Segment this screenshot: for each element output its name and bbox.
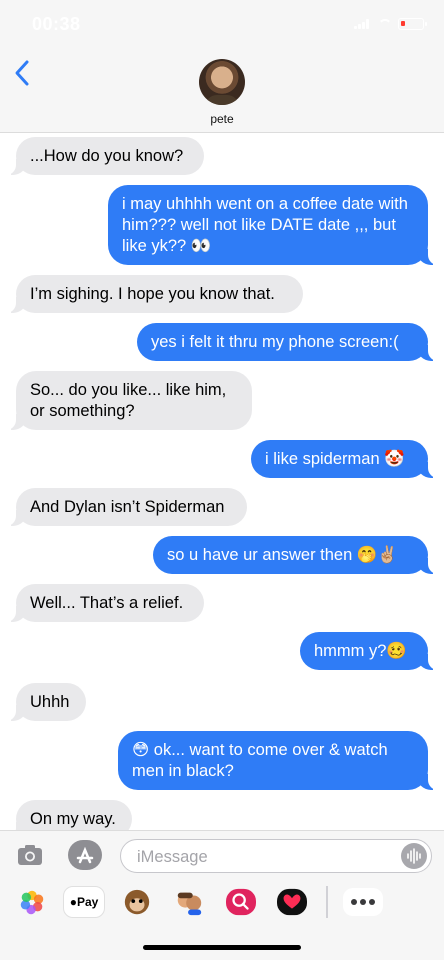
app-store-icon[interactable] bbox=[68, 840, 102, 870]
image-search-icon[interactable] bbox=[221, 886, 261, 918]
apple-logo-icon: ● bbox=[69, 895, 77, 909]
app-drawer: ● Pay bbox=[0, 886, 444, 926]
status-icons bbox=[354, 18, 427, 30]
compose-area: iMessage ● Pay bbox=[0, 830, 444, 960]
message-outgoing[interactable]: i like spiderman 🤡 bbox=[251, 440, 438, 478]
message-outgoing[interactable]: yes i felt it thru my phone screen:( bbox=[137, 323, 438, 361]
message-incoming[interactable]: So... do you like... like him, or someth… bbox=[6, 371, 252, 430]
drawer-divider bbox=[326, 886, 328, 918]
digital-touch-icon[interactable] bbox=[272, 886, 312, 918]
battery-icon bbox=[398, 18, 427, 30]
message-outgoing[interactable]: hmmm y?🥴 bbox=[300, 632, 438, 670]
back-chevron-icon[interactable] bbox=[12, 58, 34, 88]
monkey-memoji-icon[interactable] bbox=[117, 886, 157, 918]
contact-avatar[interactable] bbox=[199, 59, 245, 105]
memoji-stickers-icon[interactable] bbox=[169, 886, 209, 918]
message-outgoing[interactable]: i may uhhhh went on a coffee date with h… bbox=[108, 185, 438, 265]
more-icon[interactable] bbox=[343, 888, 383, 916]
home-indicator bbox=[143, 945, 301, 950]
message-incoming[interactable]: On my way. bbox=[6, 800, 132, 830]
photos-icon[interactable] bbox=[12, 886, 52, 918]
cellular-signal-icon bbox=[354, 19, 372, 29]
message-input[interactable]: iMessage bbox=[120, 839, 432, 873]
message-thread[interactable]: ...How do you know? i may uhhhh went on … bbox=[0, 133, 444, 830]
message-outgoing[interactable]: so u have ur answer then 🤭✌🏼 bbox=[153, 536, 438, 574]
message-input-placeholder: iMessage bbox=[137, 848, 208, 866]
status-bar: 00:38 bbox=[0, 0, 444, 46]
wifi-icon bbox=[378, 19, 392, 29]
status-time: 00:38 bbox=[32, 14, 81, 34]
message-incoming[interactable]: And Dylan isn’t Spiderman bbox=[6, 488, 247, 526]
conversation-header: 00:38 pete bbox=[0, 0, 444, 133]
contact-name[interactable]: pete bbox=[0, 112, 444, 126]
message-incoming[interactable]: Well... That’s a relief. bbox=[6, 584, 204, 622]
camera-icon[interactable] bbox=[17, 843, 43, 867]
message-incoming[interactable]: ...How do you know? bbox=[6, 137, 204, 175]
message-incoming[interactable]: Uhhh bbox=[6, 683, 86, 721]
message-outgoing[interactable]: 😳 ok... want to come over & watch men in… bbox=[118, 731, 438, 790]
message-incoming[interactable]: I’m sighing. I hope you know that. bbox=[6, 275, 303, 313]
apple-pay-icon[interactable]: ● Pay bbox=[63, 886, 105, 918]
audio-message-icon[interactable] bbox=[401, 843, 427, 869]
